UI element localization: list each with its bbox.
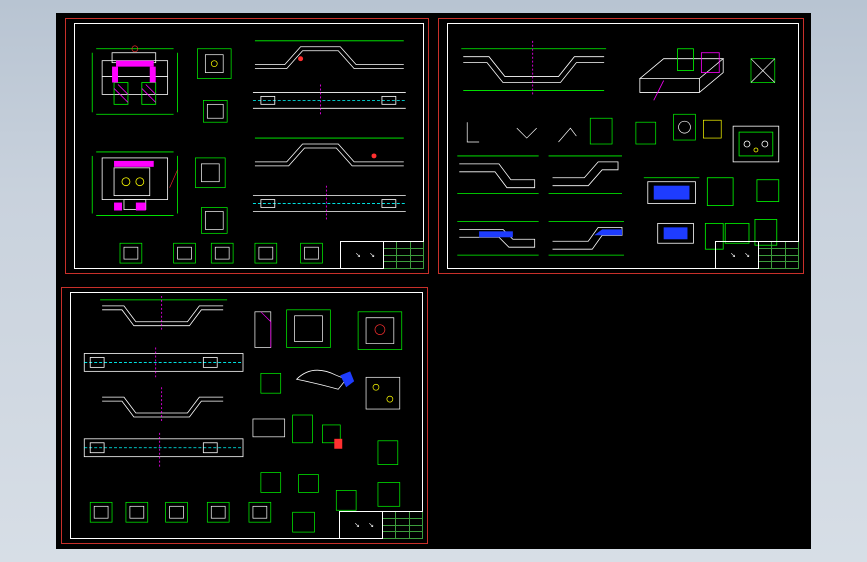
title-block: ↘ ↘: [340, 241, 424, 269]
sheet-top-right-drawing: [457, 40, 780, 256]
small-parts-bottom: [89, 501, 315, 533]
title-block: ↘ ↘: [715, 241, 799, 269]
section-view-1: [457, 155, 539, 195]
beam-elevation-top: [252, 40, 406, 117]
title-block-mark: ↘ ↘: [730, 251, 753, 259]
drawing-sheet-top-right[interactable]: ↘ ↘: [438, 18, 804, 274]
section-view-4: [548, 221, 624, 256]
beam-bottom-elevation: [102, 387, 224, 423]
channel-beam-elevation: [461, 40, 607, 97]
drawing-sheet-bottom-left[interactable]: ↘ ↘: [61, 287, 428, 544]
section-view-3: [457, 221, 539, 256]
bracket-assembly-view: [91, 48, 178, 115]
title-block-mark: ↘ ↘: [354, 521, 377, 529]
highlight-weld: [116, 60, 154, 67]
plate-with-holes: [732, 125, 780, 163]
frame-detail: [643, 177, 780, 206]
sheet-bottom-left-drawing: [83, 295, 403, 533]
beam-bottom-plan: [83, 432, 244, 469]
beam-elevation-bottom: [252, 137, 406, 220]
sheet-top-left-drawing: [91, 40, 406, 264]
section-view-2: [548, 155, 622, 195]
title-block-mark: ↘ ↘: [355, 251, 378, 259]
beam-top-elevation: [100, 295, 228, 332]
small-parts-row: [119, 242, 323, 264]
detail-view-square: [750, 58, 776, 83]
title-block: ↘ ↘: [339, 511, 423, 539]
angle-details: [466, 113, 696, 145]
isometric-view: [638, 48, 725, 93]
cad-drawing-viewport[interactable]: ↘ ↘ ↘ ↘ ↘ ↘: [56, 13, 811, 549]
drawing-sheet-top-left[interactable]: ↘ ↘: [65, 18, 429, 274]
beam-top-plan: [83, 347, 244, 378]
detail-cluster: [252, 309, 403, 511]
detail-views-column: [195, 48, 232, 234]
